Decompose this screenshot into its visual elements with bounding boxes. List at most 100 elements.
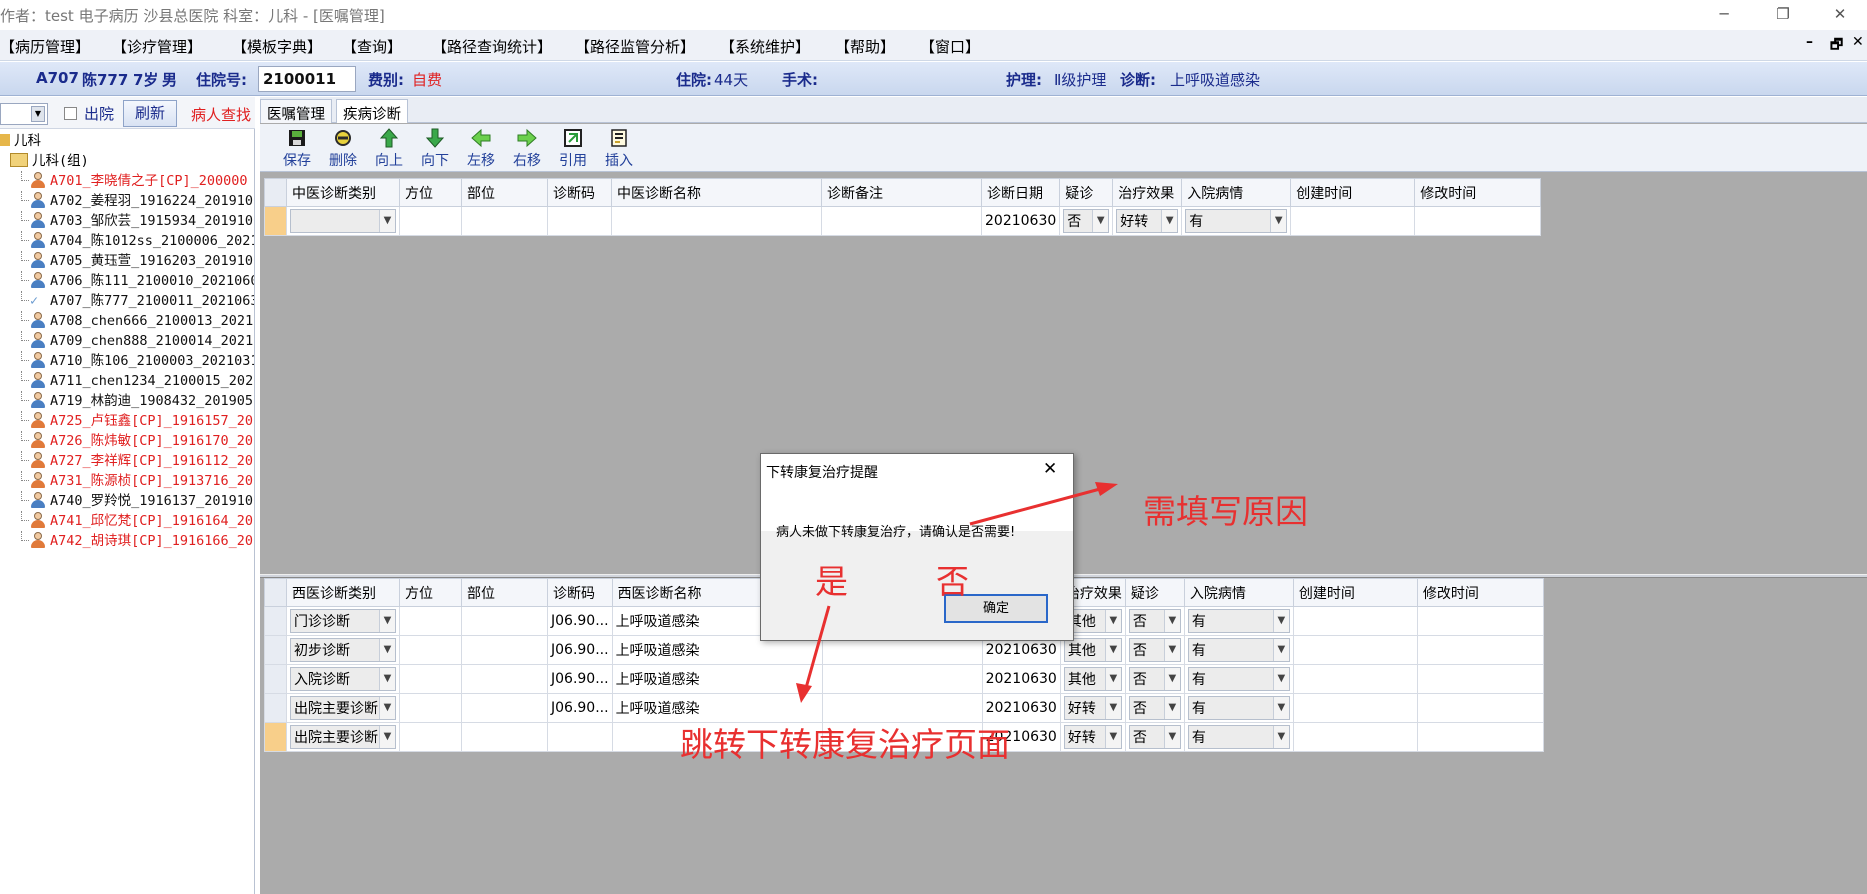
suspect-cell[interactable]: 否 ▼	[1124, 635, 1185, 665]
side-cell[interactable]	[399, 664, 462, 694]
part-cell[interactable]	[461, 722, 548, 752]
suspect-select[interactable]: 否 ▼	[1063, 209, 1110, 233]
side-cell[interactable]	[399, 206, 462, 236]
modified-cell[interactable]	[1416, 693, 1544, 723]
tab-order-management[interactable]: 医嘱管理	[260, 99, 332, 123]
wm-category-cell[interactable]: 出院主要诊断 ▼	[286, 693, 400, 723]
suspect-cell[interactable]: 否 ▼	[1124, 606, 1185, 636]
move-down-button[interactable]: 向下	[412, 128, 458, 170]
wm-col-header[interactable]: 入院病情	[1183, 578, 1294, 607]
date-cell[interactable]: 20210630	[981, 664, 1061, 694]
menu-system-maintenance[interactable]: 【系统维护】	[720, 36, 810, 57]
wm-category-select[interactable]: 出院主要诊断 ▼	[290, 725, 396, 749]
effect-cell[interactable]: 好转 ▼	[1059, 693, 1126, 723]
admission-cell[interactable]: 有 ▼	[1183, 664, 1294, 694]
patient-tree-item[interactable]: A726_陈炜敏[CP]_1916170_20	[0, 431, 254, 451]
patient-tree-item[interactable]: A702_姜程羽_1916224_201910	[0, 191, 254, 211]
patient-tree-item[interactable]: A701_李晓倩之子[CP]_200000	[0, 171, 254, 191]
patient-tree-item[interactable]: A704_陈1012ss_2100006_2021	[0, 231, 254, 251]
patient-tree-item[interactable]: A719_林韵迪_1908432_201905	[0, 391, 254, 411]
wm-col-header[interactable]: 部位	[461, 578, 548, 607]
tcm-col-header[interactable]: 诊断日期	[980, 178, 1061, 207]
part-cell[interactable]	[461, 693, 548, 723]
effect-cell[interactable]: 其他 ▼	[1059, 664, 1126, 694]
mdi-close-button[interactable]: ✕	[1852, 34, 1864, 50]
suspect-cell[interactable]: 否 ▼	[1124, 693, 1185, 723]
patient-tree-item[interactable]: A703_邹欣芸_1915934_201910	[0, 211, 254, 231]
patient-tree-item[interactable]: A725_卢钰鑫[CP]_1916157_20	[0, 411, 254, 431]
admission-cell[interactable]: 有 ▼	[1183, 693, 1294, 723]
modified-cell[interactable]	[1416, 606, 1544, 636]
reference-button[interactable]: 引用	[550, 128, 596, 170]
admission-select[interactable]: 有 ▼	[1187, 725, 1290, 749]
row-header[interactable]	[264, 635, 287, 665]
admission-cell[interactable]: 有 ▼	[1183, 606, 1294, 636]
move-up-button[interactable]: 向上	[366, 128, 412, 170]
wm-col-header[interactable]: 西医诊断类别	[286, 578, 400, 607]
wm-category-cell[interactable]: 出院主要诊断 ▼	[286, 722, 400, 752]
admission-cell[interactable]: 有 ▼	[1181, 206, 1292, 236]
wm-category-select[interactable]: 入院诊断 ▼	[290, 667, 396, 691]
part-cell[interactable]	[461, 635, 548, 665]
row-header[interactable]	[264, 664, 287, 694]
table-row[interactable]: 入院诊断 ▼ J06.90... 上呼吸道感染 20210630 其他 ▼ 否 ▼ 有 ▼	[264, 664, 1544, 694]
admission-select[interactable]: 有 ▼	[1187, 609, 1290, 633]
part-cell[interactable]	[461, 606, 548, 636]
code-cell[interactable]: J06.90...	[547, 606, 613, 636]
menu-query[interactable]: 【查询】	[342, 36, 402, 57]
effect-select[interactable]: 其他 ▼	[1063, 638, 1122, 662]
patient-tree-item[interactable]: A706_陈111_2100010_2021060	[0, 271, 254, 291]
tcm-col-header[interactable]: 部位	[461, 178, 548, 207]
code-cell[interactable]: J06.90...	[547, 635, 613, 665]
admission-cell[interactable]: 有 ▼	[1183, 635, 1294, 665]
table-row[interactable]: ▼ 20210630 否 ▼ 好转 ▼ 有 ▼	[264, 206, 1542, 236]
wm-category-cell[interactable]: 初步诊断 ▼	[286, 635, 400, 665]
wm-category-select[interactable]: 门诊诊断 ▼	[290, 609, 396, 633]
created-cell[interactable]	[1292, 606, 1418, 636]
created-cell[interactable]	[1292, 635, 1418, 665]
tree-dept-node[interactable]: 儿科	[0, 131, 254, 151]
patient-tree-item[interactable]: A727_李祥辉[CP]_1916112_20	[0, 451, 254, 471]
row-header[interactable]	[264, 206, 287, 236]
patient-tree-item[interactable]: A740_罗羚悦_1916137_201910	[0, 491, 254, 511]
tcm-col-header[interactable]: 中医诊断类别	[286, 178, 400, 207]
dialog-close-icon[interactable]: ✕	[1043, 459, 1057, 479]
minimize-button[interactable]: ─	[1696, 0, 1752, 28]
code-cell[interactable]: J06.90...	[547, 693, 613, 723]
tcm-col-header[interactable]: 修改时间	[1414, 178, 1542, 207]
effect-cell[interactable]: 好转 ▼	[1112, 206, 1183, 236]
side-cell[interactable]	[399, 722, 462, 752]
row-header[interactable]	[264, 722, 287, 752]
modified-cell[interactable]	[1416, 722, 1544, 752]
tcm-col-header[interactable]: 疑诊	[1059, 178, 1114, 207]
note-cell[interactable]	[821, 206, 982, 236]
admission-select[interactable]: 有 ▼	[1185, 209, 1288, 233]
tcm-col-header[interactable]: 诊断码	[547, 178, 612, 207]
suspect-select[interactable]: 否 ▼	[1128, 638, 1181, 662]
wm-col-header[interactable]: 创建时间	[1292, 578, 1418, 607]
admission-select[interactable]: 有 ▼	[1187, 667, 1290, 691]
discharged-checkbox[interactable]	[64, 107, 77, 120]
row-header[interactable]	[264, 606, 287, 636]
maximize-button[interactable]: ❐	[1755, 0, 1811, 28]
patient-tree-item[interactable]: A709_chen888_2100014_20210	[0, 331, 254, 351]
wm-category-select[interactable]: 出院主要诊断 ▼	[290, 696, 396, 720]
code-cell[interactable]: J06.90...	[547, 664, 613, 694]
suspect-cell[interactable]: 否 ▼	[1124, 722, 1185, 752]
suspect-select[interactable]: 否 ▼	[1128, 696, 1181, 720]
menu-path-query-stats[interactable]: 【路径查询统计】	[432, 36, 552, 57]
part-cell[interactable]	[461, 664, 548, 694]
admission-select[interactable]: 有 ▼	[1187, 638, 1290, 662]
wm-category-select[interactable]: 初步诊断 ▼	[290, 638, 396, 662]
patient-tree-item[interactable]: A705_黄珏萱_1916203_201910	[0, 251, 254, 271]
note-cell[interactable]	[821, 664, 983, 694]
tcm-col-header[interactable]: 入院病情	[1181, 178, 1292, 207]
code-cell[interactable]	[547, 206, 612, 236]
admission-cell[interactable]: 有 ▼	[1183, 722, 1294, 752]
wm-col-header[interactable]: 方位	[399, 578, 462, 607]
wm-col-header[interactable]: 修改时间	[1416, 578, 1544, 607]
mdi-restore-button[interactable]: 🗗	[1830, 34, 1843, 58]
patient-tree-item[interactable]: A710_陈106_2100003_2021031	[0, 351, 254, 371]
insert-button[interactable]: 插入	[596, 128, 642, 170]
code-cell[interactable]	[547, 722, 613, 752]
